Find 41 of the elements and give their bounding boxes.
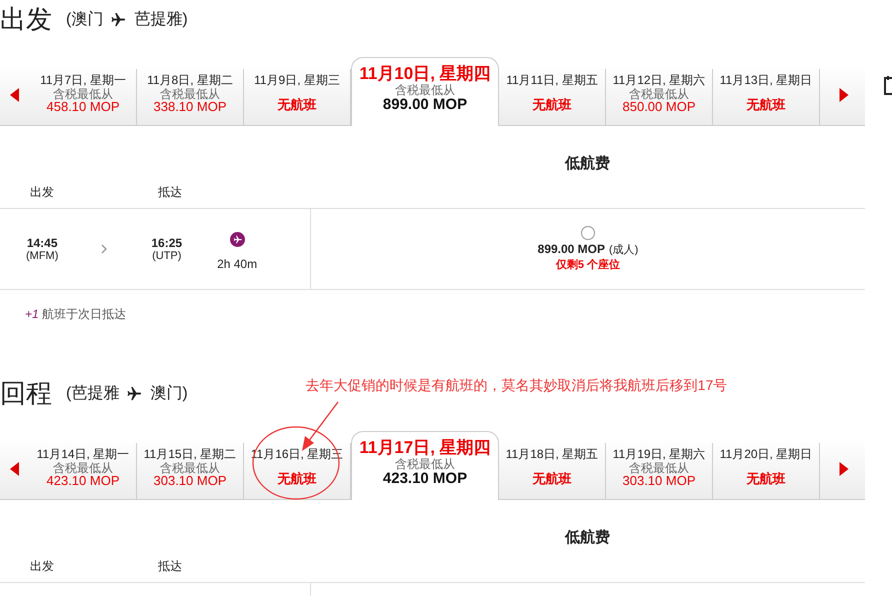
date-tab[interactable]: 11月19日, 星期六 含税最低从 303.10 MOP bbox=[606, 443, 713, 499]
fare-class-heading: 低航费 bbox=[564, 154, 611, 173]
seats-left: 仅剩5 个座位 bbox=[556, 258, 620, 272]
fare-radio[interactable] bbox=[581, 226, 595, 240]
selected-date-tab[interactable]: 11月10日, 星期四 含税最低从 899.00 MOP bbox=[351, 57, 499, 126]
route-to: 澳门) bbox=[150, 384, 188, 404]
next-day-note: +1 航班于次日抵达 bbox=[24, 306, 128, 323]
selected-date-tab[interactable]: 11月17日, 星期四 含税最低从 423.10 MOP bbox=[351, 431, 499, 500]
column-label: 抵达 bbox=[158, 558, 182, 575]
airline-icon bbox=[230, 232, 245, 246]
airplane-icon bbox=[111, 12, 126, 26]
date-tab[interactable]: 11月18日, 星期五 无航班 bbox=[499, 443, 606, 499]
date-tab[interactable]: 11月11日, 星期五 无航班 bbox=[499, 69, 606, 125]
annotation-text: 去年大促销的时候是有航班的，莫名其妙取消后将我航班后移到17号 bbox=[306, 377, 728, 395]
airport-code: (MFM) bbox=[26, 250, 58, 262]
date-tab[interactable]: 11月13日, 星期日 无航班 bbox=[713, 69, 820, 125]
chevron-icon bbox=[101, 244, 108, 254]
date-tab[interactable]: 11月12日, 星期六 含税最低从 850.00 MOP bbox=[606, 69, 713, 125]
section-title: 回程 bbox=[0, 378, 52, 408]
fare-class-heading: 低航费 bbox=[564, 528, 611, 547]
route-from: (芭提雅 bbox=[66, 384, 120, 404]
fare-price: 899.00 MOP bbox=[538, 242, 606, 256]
airplane-icon bbox=[127, 386, 142, 400]
flight-duration: 2h 40m bbox=[217, 256, 258, 270]
previous-arrow-icon[interactable] bbox=[10, 88, 20, 102]
date-tab[interactable]: 11月14日, 星期一 含税最低从 423.10 MOP bbox=[30, 443, 137, 499]
passenger-type: (成人) bbox=[609, 243, 638, 257]
date-tab[interactable]: 11月7日, 星期一 含税最低从 458.10 MOP bbox=[30, 69, 137, 125]
date-tab[interactable]: 11月20日, 星期日 无航班 bbox=[713, 443, 820, 499]
previous-arrow-icon[interactable] bbox=[10, 462, 20, 476]
column-label: 抵达 bbox=[158, 184, 182, 201]
column-label: 出发 bbox=[30, 184, 54, 201]
column-label: 出发 bbox=[30, 558, 54, 575]
airport-code: (UTP) bbox=[152, 250, 182, 262]
date-tab[interactable]: 11月15日, 星期二 含税最低从 303.10 MOP bbox=[137, 443, 244, 499]
section-title: 出发 bbox=[0, 4, 52, 34]
date-tab[interactable]: 11月8日, 星期二 含税最低从 338.10 MOP bbox=[137, 69, 244, 125]
route-to: 芭提雅) bbox=[134, 10, 188, 30]
arrival-time: 16:25 bbox=[151, 236, 182, 250]
route-from: (澳门 bbox=[66, 10, 104, 30]
departure-time: 14:45 bbox=[26, 236, 58, 250]
